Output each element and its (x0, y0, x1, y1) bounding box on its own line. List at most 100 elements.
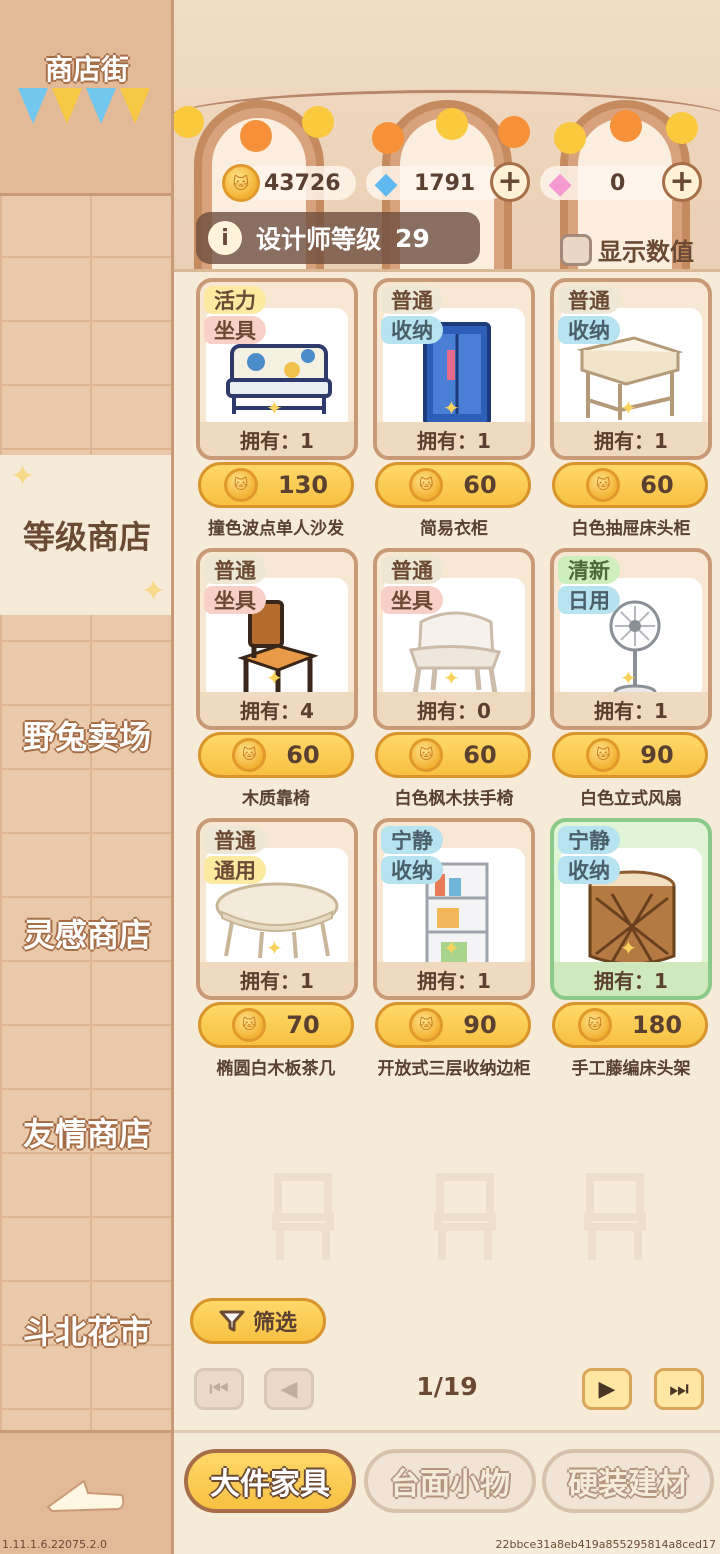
price-button[interactable]: 🐱 70 (198, 1002, 354, 1048)
price-value: 60 (463, 471, 497, 499)
price-button[interactable]: 🐱 90 (375, 1002, 531, 1048)
price-value: 60 (640, 471, 674, 499)
price-button[interactable]: 🐱 180 (552, 1002, 708, 1048)
owned-count: 拥有：1 (200, 422, 354, 456)
tab-large-furniture[interactable]: 大件家具 (184, 1449, 356, 1513)
coin-icon: 🐱 (232, 1008, 267, 1042)
item-tag: 收纳 (558, 856, 620, 884)
price-button[interactable]: 🐱 60 (198, 732, 354, 778)
coin-icon: 🐱 (409, 738, 444, 772)
filter-label: 筛选 (252, 1311, 297, 1336)
item-tag: 普通 (204, 556, 266, 584)
item-tag: 坐具 (204, 316, 266, 344)
flag-icon (18, 88, 48, 124)
item-card[interactable]: 普通 坐具 ✦ 拥有：4 (196, 548, 358, 730)
coin-icon: 🐱 (586, 468, 621, 502)
item-tag: 清新 (558, 556, 620, 584)
item-tag: 收纳 (558, 316, 620, 344)
sidebar-item-friendship-shop[interactable]: 友情商店 (0, 1052, 174, 1212)
coin-icon: 🐱 (409, 468, 444, 502)
sparkle-icon: ✦ (443, 396, 460, 420)
item-card[interactable]: 清新 日用 ✦ 拥有：1 (550, 548, 712, 730)
item-name: 手工藤编床头架 (571, 1059, 691, 1079)
skip-last-icon: ⏭ (669, 1376, 689, 1402)
price-value: 70 (286, 1011, 320, 1039)
price-button[interactable]: 🐱 60 (375, 732, 531, 778)
owned-count: 拥有：4 (200, 692, 354, 726)
last-page-button[interactable]: ⏭ (654, 1368, 704, 1410)
sidebar-item-inspiration-shop[interactable]: 灵感商店 (0, 853, 174, 1013)
item-name: 撞色波点单人沙发 (208, 519, 344, 539)
item-tag: 普通 (381, 286, 443, 314)
owned-count: 拥有：1 (554, 962, 708, 996)
price-value: 60 (463, 741, 497, 769)
add-pink-gems-button[interactable]: + (662, 162, 702, 202)
price-value: 90 (640, 741, 674, 769)
tab-building-materials[interactable]: 硬装建材 (542, 1449, 714, 1513)
owned-count: 拥有：0 (377, 692, 531, 726)
price-button[interactable]: 🐱 60 (552, 462, 708, 508)
item-card[interactable]: 活力 坐具 ✦ 拥有：1 (196, 278, 358, 460)
category-tab-bar: 大件家具 台面小物 硬装建材 (174, 1430, 720, 1554)
sparkle-icon: ✦ (620, 666, 637, 690)
first-page-button[interactable]: ⏮ (194, 1368, 244, 1410)
coin-icon: 🐱 (223, 468, 258, 502)
info-icon[interactable]: i (208, 221, 242, 255)
pink-diamond-icon: ◆ (548, 165, 572, 201)
back-arrow-icon[interactable] (44, 1477, 126, 1513)
price-button[interactable]: 🐱 90 (552, 732, 708, 778)
item-card[interactable]: 普通 收纳 ✦ 拥有：1 (550, 278, 712, 460)
build-hash-label: 22bbce31a8eb419a855295814a8ced17 (495, 1538, 716, 1551)
sparkle-icon: ✦ (266, 666, 283, 690)
item-name: 白色立式风扇 (580, 789, 682, 809)
coin-icon: 🐱 (232, 738, 267, 772)
light-bulb-icon (498, 116, 530, 148)
item-name: 椭圆白木板茶几 (216, 1059, 336, 1079)
filter-icon (219, 1310, 245, 1332)
light-bulb-icon (436, 108, 468, 140)
item-tag: 普通 (381, 556, 443, 584)
light-bulb-icon (666, 112, 698, 144)
sidebar-item-flower-market[interactable]: 斗北花市 (0, 1250, 174, 1410)
chair-watermark-icon (434, 1173, 496, 1260)
light-bulb-icon (240, 120, 272, 152)
price-button[interactable]: 🐱 60 (375, 462, 531, 508)
item-card[interactable]: 宁静 收纳 ✦ 拥有：1 (373, 818, 535, 1000)
item-card[interactable]: 普通 通用 ✦ 拥有：1 (196, 818, 358, 1000)
light-bulb-icon (610, 110, 642, 142)
diamond-amount: 1791 (414, 170, 476, 196)
sidebar-item-level-shop[interactable]: 等级商店 (0, 455, 174, 615)
show-values-label: 显示数值 (598, 238, 694, 266)
show-values-toggle[interactable]: 显示数值 (560, 232, 694, 267)
shop-street-header: 商店街 (0, 0, 174, 196)
show-values-checkbox[interactable] (560, 233, 592, 266)
filter-button[interactable]: 筛选 (190, 1298, 326, 1344)
coin-counter: 🐱 43726 (222, 164, 356, 202)
item-tag: 普通 (204, 826, 266, 854)
add-diamonds-button[interactable]: + (490, 162, 530, 202)
flag-icon (52, 88, 82, 124)
owned-count: 拥有：1 (377, 962, 531, 996)
prev-page-button[interactable]: ◀ (264, 1368, 314, 1410)
price-value: 90 (463, 1011, 497, 1039)
item-card[interactable]: 普通 坐具 ✦ 拥有：0 (373, 548, 535, 730)
coin-icon: 🐱 (577, 1008, 612, 1042)
next-page-button[interactable]: ▶ (582, 1368, 632, 1410)
item-name: 简易衣柜 (420, 519, 488, 539)
price-button[interactable]: 🐱 130 (198, 462, 354, 508)
version-label: 1.11.1.6.22075.2.0 (2, 1538, 107, 1551)
item-tag: 收纳 (381, 856, 443, 884)
sidebar-item-rabbit-market[interactable]: 野兔卖场 (0, 655, 174, 815)
tab-tabletop-items[interactable]: 台面小物 (364, 1449, 536, 1513)
item-card[interactable]: 普通 收纳 ✦ 拥有：1 (373, 278, 535, 460)
chair-watermark-icon (584, 1173, 646, 1260)
item-card[interactable]: 宁静 收纳 ✦ 拥有：1 (550, 818, 712, 1000)
skip-first-icon: ⏮ (209, 1376, 229, 1402)
price-value: 130 (277, 471, 329, 499)
light-bulb-icon (302, 106, 334, 138)
owned-count: 拥有：1 (554, 692, 708, 726)
sparkle-icon: ✦ (620, 936, 637, 960)
coin-icon: 🐱 (409, 1008, 444, 1042)
blue-diamond-icon: ◆ (374, 165, 398, 201)
pink-gem-amount: 0 (610, 170, 626, 196)
